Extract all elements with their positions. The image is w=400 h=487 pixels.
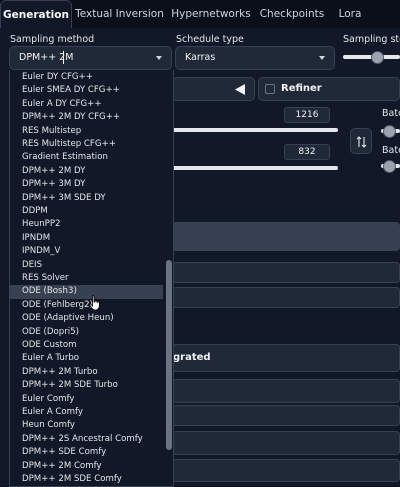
sampling-method-select[interactable]: DPM++ 2M	[9, 46, 172, 70]
dropdown-scrollbar[interactable]	[166, 70, 172, 486]
batch-size-label: Batch	[382, 145, 400, 156]
dropdown-option[interactable]: Euler DY CFG++	[10, 71, 163, 84]
refiner-label: Refiner	[281, 83, 322, 94]
dropdown-option[interactable]: IPNDM	[10, 232, 163, 245]
dropdown-option[interactable]: DEIS	[10, 259, 163, 272]
dropdown-option[interactable]: Euler A Turbo	[10, 352, 163, 365]
panel-row[interactable]	[172, 379, 400, 403]
dropdown-scrollbar-thumb[interactable]	[166, 260, 172, 450]
dropdown-option[interactable]: Euler SMEA DY CFG++	[10, 84, 163, 97]
tab-bar: Generation Textual Inversion Hypernetwor…	[0, 0, 400, 30]
hand-cursor-icon	[89, 295, 100, 311]
dropdown-option[interactable]: Euler Comfy	[10, 393, 163, 406]
dropdown-option[interactable]: DPM++ 2M Comfy	[10, 460, 163, 473]
sampling-method-label: Sampling method	[10, 34, 95, 45]
panel-row[interactable]	[172, 262, 400, 283]
text-caret	[63, 51, 64, 64]
panel-row[interactable]	[172, 287, 400, 308]
dropdown-option[interactable]: DPM++ 2M DY	[10, 165, 163, 178]
extension-accordion-label: grated	[173, 352, 211, 363]
width-slider[interactable]	[172, 128, 338, 132]
panel-row[interactable]	[172, 405, 400, 426]
schedule-type-value: Karras	[185, 52, 216, 63]
dropdown-option[interactable]: Gradient Estimation	[10, 151, 163, 164]
panel-row[interactable]	[172, 431, 400, 455]
sampling-method-dropdown[interactable]: Euler DY CFG++ Euler SMEA DY CFG++ Euler A…	[9, 70, 174, 487]
dropdown-option[interactable]: DDPM	[10, 205, 163, 218]
dropdown-option[interactable]: ODE (Bosh3)	[10, 285, 163, 299]
dropdown-option[interactable]: IPNDM_V	[10, 245, 163, 258]
height-input[interactable]: 832	[284, 144, 330, 160]
batch-count-thumb[interactable]	[383, 125, 396, 138]
dropdown-option[interactable]: ODE (Adaptive Heun)	[10, 312, 163, 325]
panel-row[interactable]	[172, 459, 400, 482]
dropdown-option[interactable]: DPM++ 2M DY CFG++	[10, 111, 163, 124]
tab-hypernetworks[interactable]: Hypernetworks	[170, 0, 252, 28]
width-input[interactable]: 1216	[284, 107, 330, 123]
tab-lora[interactable]: Lora	[334, 0, 366, 28]
tab-generation[interactable]: Generation	[0, 0, 72, 30]
chevron-down-icon	[156, 56, 162, 60]
schedule-type-label: Schedule type	[176, 34, 244, 45]
chevron-down-icon	[319, 56, 325, 60]
dropdown-option[interactable]: RES Multistep CFG++	[10, 138, 163, 151]
dropdown-option[interactable]: Euler A Comfy	[10, 406, 163, 419]
dropdown-option[interactable]: HeunPP2	[10, 218, 163, 231]
dropdown-option[interactable]: Heun Comfy	[10, 419, 163, 432]
batch-size-thumb[interactable]	[383, 160, 396, 173]
dropdown-option[interactable]: RES Multistep	[10, 125, 163, 138]
dropdown-option[interactable]: DPM++ 2M SDE Turbo	[10, 379, 163, 392]
refiner-checkbox[interactable]	[265, 84, 275, 94]
swap-dimensions-button[interactable]	[350, 128, 372, 154]
refiner-toggle[interactable]: Refiner	[258, 77, 400, 101]
dropdown-option[interactable]: RES Solver	[10, 272, 163, 285]
sampling-method-value: DPM++ 2M	[19, 52, 74, 63]
extension-accordion[interactable]: grated	[172, 344, 400, 372]
dropdown-option[interactable]: ODE (Fehlberg2)	[10, 299, 163, 312]
dropdown-option[interactable]: DPM++ 3M DY	[10, 178, 163, 191]
dropdown-option[interactable]: DPM++ 2S Ancestral Comfy	[10, 433, 163, 446]
batch-count-label: Batch	[382, 108, 400, 119]
dropdown-option[interactable]: ODE Custom	[10, 339, 163, 352]
seed-input[interactable]	[172, 222, 400, 251]
tab-checkpoints[interactable]: Checkpoints	[258, 0, 326, 28]
tab-textual-inversion[interactable]: Textual Inversion	[73, 0, 166, 28]
sampling-steps-label: Sampling steps	[343, 34, 400, 45]
dropdown-option[interactable]: DPM++ 3M SDE DY	[10, 192, 163, 205]
dropdown-option[interactable]: DPM++ 2M SDE Comfy	[10, 473, 163, 486]
dropdown-option[interactable]: ODE (Dopri5)	[10, 326, 163, 339]
dropdown-option[interactable]: DPM++ 2M Turbo	[10, 366, 163, 379]
swap-arrows-icon	[356, 136, 367, 148]
caret-left-icon	[235, 84, 245, 95]
schedule-type-select[interactable]: Karras	[175, 46, 335, 70]
hires-fix-toggle[interactable]	[172, 77, 255, 101]
dropdown-option[interactable]: Euler A DY CFG++	[10, 98, 163, 111]
dropdown-option[interactable]: DPM++ SDE Comfy	[10, 446, 163, 459]
height-slider[interactable]	[172, 166, 338, 170]
sampling-steps-thumb[interactable]	[371, 51, 384, 64]
